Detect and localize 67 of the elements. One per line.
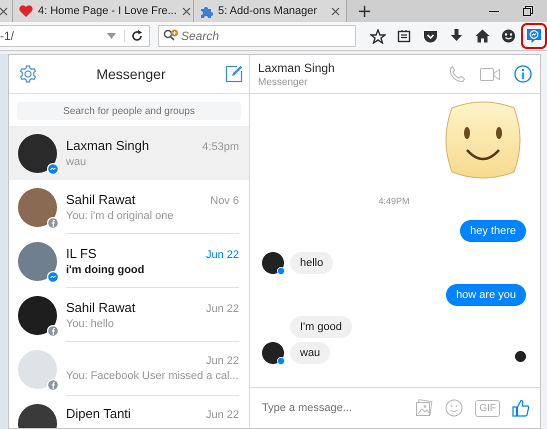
conversation-item[interactable]: Laxman Singh 4:53pm wau (9, 126, 249, 180)
facebook-badge-icon (47, 216, 59, 228)
message-time: Jun 22 (206, 248, 239, 260)
chat-subtitle: Messenger (258, 76, 308, 88)
messenger-icon (526, 28, 542, 44)
tab-title: 4: Home Page - I Love Fre... (38, 5, 177, 17)
close-icon[interactable] (182, 6, 191, 16)
message-bubble: I'm good (290, 316, 352, 338)
browser-tab[interactable] (0, 0, 13, 22)
message-preview: wau (66, 156, 88, 168)
message-preview: i'm doing good (66, 264, 146, 276)
message-bubble: hello (290, 252, 334, 274)
facebook-badge-icon (47, 378, 59, 390)
panel-title: Messenger (95, 66, 167, 82)
contact-name: Sahil Rawat (66, 192, 136, 206)
message-preview: You: i'm d original one (66, 210, 174, 222)
address-text: -1/ (0, 29, 16, 43)
smiley-icon (500, 29, 516, 43)
facebook-badge-icon (47, 324, 59, 336)
contact-name: Sahil Rawat (66, 300, 136, 314)
chat-contact-name: Laxman Singh (258, 60, 336, 74)
message-bubble: how are you (446, 284, 526, 306)
browser-tab[interactable]: 4: Home Page - I Love Fre... (13, 0, 194, 22)
thumbs-up-icon[interactable] (512, 399, 530, 417)
search-field[interactable]: Search (158, 25, 356, 47)
new-tab-button[interactable]: + (347, 0, 382, 22)
close-icon[interactable] (0, 6, 8, 16)
conversation-item[interactable]: IL FS Jun 22 i'm doing good (9, 234, 249, 288)
contact-name: IL FS (66, 246, 97, 260)
puzzle-icon (200, 4, 213, 18)
message-time: Jun 22 (206, 409, 239, 421)
messenger-badge-icon (47, 270, 59, 282)
message-time: Nov 6 (210, 194, 239, 206)
message-time: Jun 22 (206, 355, 239, 367)
conversation-item[interactable]: Sahil Rawat Jun 22 You: hello (9, 288, 249, 342)
heart-icon (19, 5, 33, 17)
message-bubble: hey there (460, 220, 526, 242)
conversation-item[interactable]: Dipen Tanti Jun 22 (9, 396, 249, 428)
restore-icon[interactable] (523, 6, 533, 16)
address-field[interactable]: -1/ (0, 25, 150, 47)
tab-title: 5: Add-ons Manager (218, 5, 318, 17)
message-time: 4:53pm (202, 140, 239, 152)
conversation-item[interactable]: Sahil Rawat Nov 6 You: i'm d original one (9, 180, 249, 234)
messenger-badge-icon (47, 162, 59, 174)
close-icon[interactable] (331, 6, 340, 16)
contact-name: Laxman Singh (66, 138, 150, 152)
list-icon (397, 29, 411, 43)
contact-name: Dipen Tanti (66, 406, 131, 421)
reload-icon[interactable] (124, 30, 143, 42)
message-preview: You: hello (66, 318, 115, 330)
browser-tab[interactable]: 5: Add-ons Manager (194, 0, 347, 22)
pocket-icon (422, 30, 438, 42)
messenger-button[interactable] (521, 23, 547, 49)
settings-icon[interactable] (19, 65, 37, 83)
compose-icon[interactable] (225, 65, 243, 83)
message-preview: You: Facebook User missed a cal... (66, 370, 239, 382)
dropdown-caret-icon[interactable] (107, 33, 116, 39)
star-icon (370, 28, 386, 44)
message-time: Jun 22 (206, 302, 239, 314)
messenger-badge-icon (277, 267, 285, 275)
messenger-badge-icon (277, 357, 285, 365)
download-icon (450, 29, 462, 43)
info-icon[interactable] (514, 65, 532, 83)
home-icon (474, 29, 490, 43)
timestamp: 4:49PM (378, 196, 410, 206)
people-search-field[interactable]: Search for people and groups (17, 102, 241, 120)
message-bubble: wau (290, 342, 330, 364)
